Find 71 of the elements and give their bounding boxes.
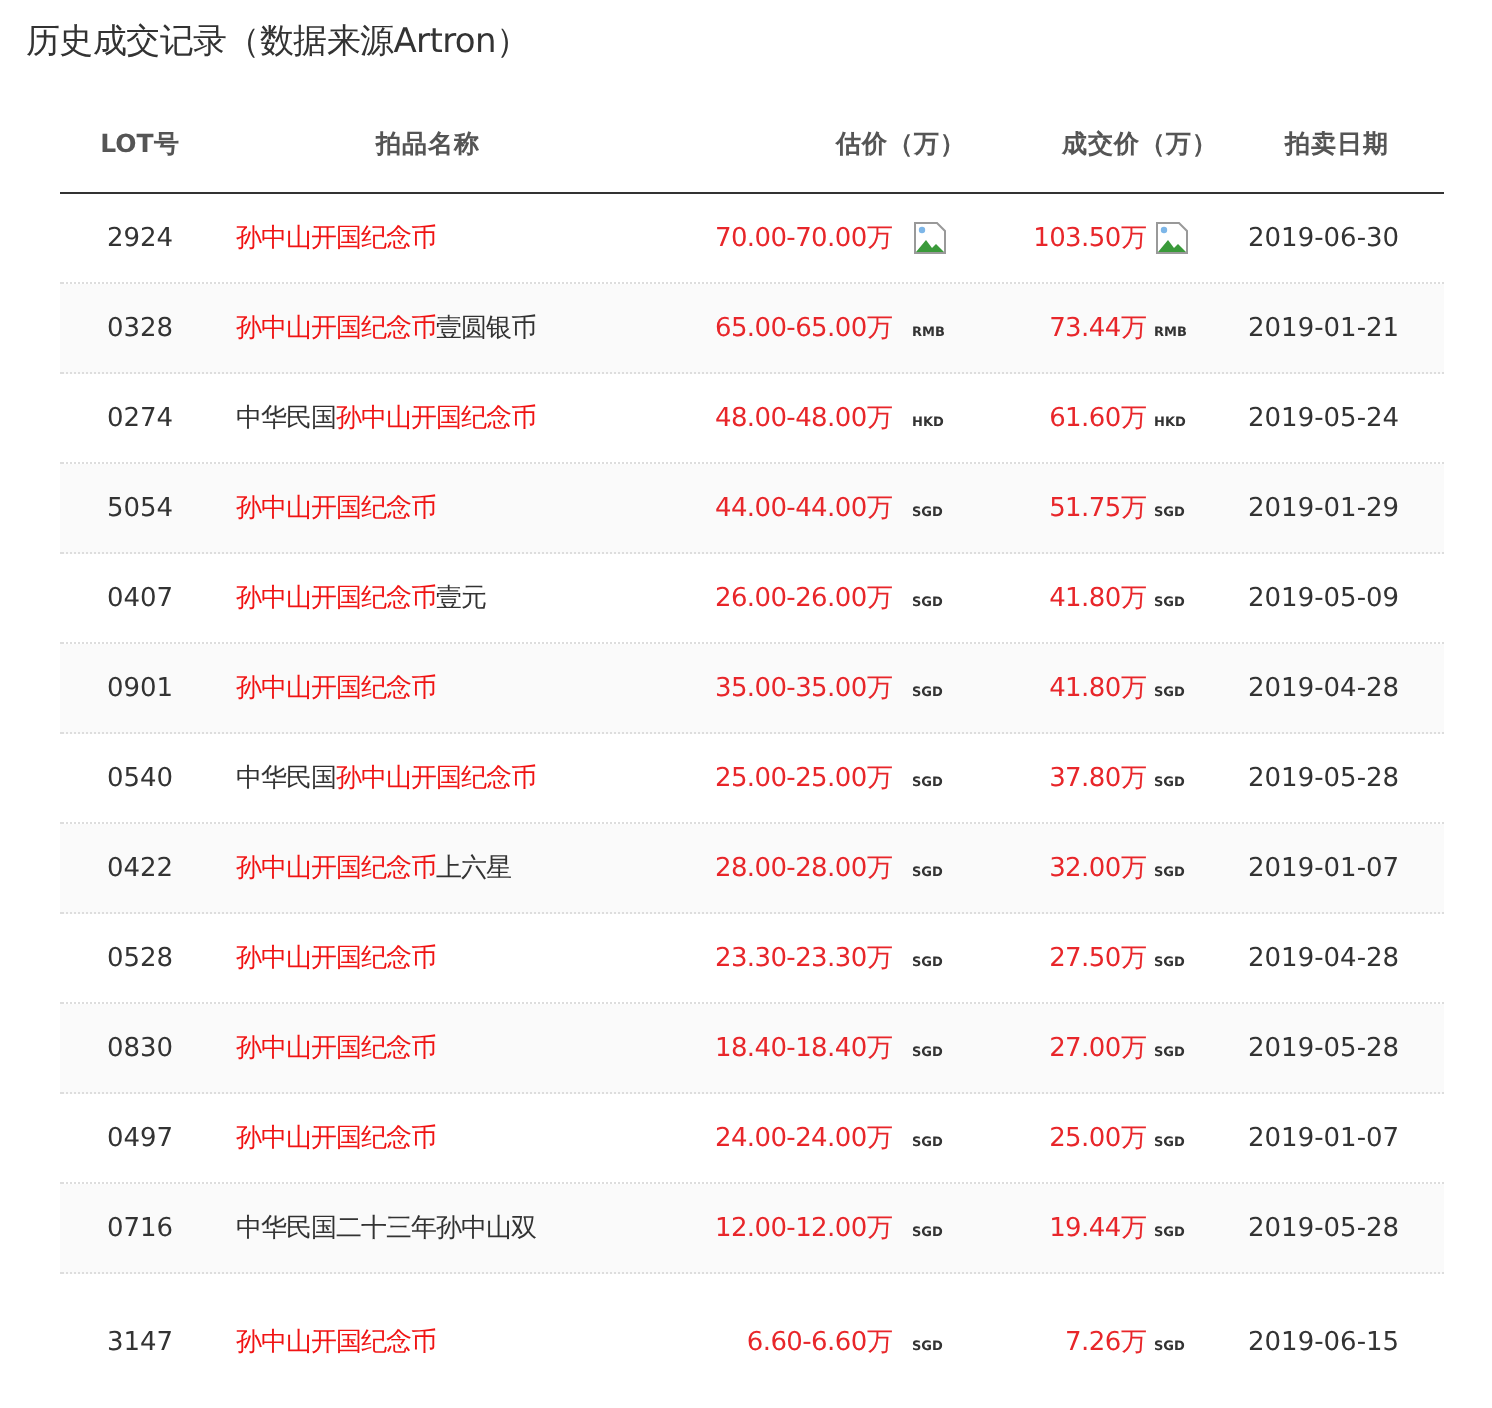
item-name: 孙中山开国纪念币 [234,942,438,976]
auction-date: 2019-01-29 [1246,493,1402,523]
lot-number: 0422 [104,853,176,883]
sale-price: 7.26万 [1063,1326,1146,1360]
auction-date: 2019-05-28 [1246,763,1402,793]
auction-date: 2019-04-28 [1246,943,1402,973]
item-name: 孙中山开国纪念币上六星 [234,852,513,886]
lot-number: 0407 [104,583,176,613]
sale-price: 37.80万 [1047,762,1146,796]
lot-number: 0901 [104,673,176,703]
sale-price: 73.44万 [1047,312,1146,346]
sale-price: 103.50万 [1031,222,1146,256]
auction-date: 2019-06-15 [1246,1327,1402,1357]
item-name: 孙中山开国纪念币 [234,1122,438,1156]
auction-date: 2019-05-28 [1246,1033,1402,1063]
item-name: 孙中山开国纪念币 [234,1326,438,1360]
lot-number: 3147 [104,1327,176,1357]
lot-number: 0830 [104,1033,176,1063]
sale-price: 51.75万 [1047,492,1146,526]
auction-date: 2019-04-28 [1246,673,1402,703]
auction-date: 2019-01-21 [1246,313,1402,343]
estimate-price: 48.00-48.00万 [712,402,892,436]
estimate-price: 25.00-25.00万 [712,762,892,796]
item-name: 孙中山开国纪念币壹元 [234,582,488,616]
sale-price: 27.50万 [1047,942,1146,976]
sale-price: 41.80万 [1047,582,1146,616]
sale-price: 41.80万 [1047,672,1146,706]
item-name: 孙中山开国纪念币 [234,492,438,526]
lot-number: 5054 [104,493,176,523]
sale-price: 19.44万 [1047,1212,1146,1246]
lot-number: 0274 [104,403,176,433]
column-header: 拍卖日期 [1282,127,1391,161]
auction-date: 2019-01-07 [1246,1123,1402,1153]
column-header: 拍品名称 [373,127,482,161]
lot-number: 2924 [104,223,176,253]
lot-number: 0716 [104,1213,176,1243]
item-name: 中华民国孙中山开国纪念币 [234,762,538,796]
lot-number: 0497 [104,1123,176,1153]
column-header: 成交价（万） [1059,127,1220,161]
item-name: 孙中山开国纪念币 [234,1032,438,1066]
auction-date: 2019-05-24 [1246,403,1402,433]
page-title: 历史成交记录（数据来源Artron） [24,20,532,66]
item-name: 孙中山开国纪念币 [234,222,438,256]
estimate-price: 26.00-26.00万 [712,582,892,616]
lot-number: 0528 [104,943,176,973]
column-header: 估价（万） [833,127,968,161]
sale-price: 27.00万 [1047,1032,1146,1066]
lot-number: 0540 [104,763,176,793]
estimate-price: 23.30-23.30万 [712,942,892,976]
sale-price: 61.60万 [1047,402,1146,436]
sale-price: 25.00万 [1047,1122,1146,1156]
estimate-price: 24.00-24.00万 [712,1122,892,1156]
sale-price: 32.00万 [1047,852,1146,886]
item-name: 中华民国孙中山开国纪念币 [234,402,538,436]
item-name: 中华民国二十三年孙中山双 [234,1212,538,1246]
column-header: LOT号 [98,127,182,161]
estimate-price: 18.40-18.40万 [712,1032,892,1066]
estimate-price: 70.00-70.00万 [712,222,892,256]
auction-date: 2019-06-30 [1246,223,1402,253]
lot-number: 0328 [104,313,176,343]
estimate-price: 6.60-6.60万 [744,1326,892,1360]
estimate-price: 35.00-35.00万 [712,672,892,706]
estimate-price: 12.00-12.00万 [712,1212,892,1246]
auction-date: 2019-05-09 [1246,583,1402,613]
item-name: 孙中山开国纪念币壹圆银币 [234,312,538,346]
estimate-price: 65.00-65.00万 [712,312,892,346]
estimate-price: 28.00-28.00万 [712,852,892,886]
estimate-price: 44.00-44.00万 [712,492,892,526]
item-name: 孙中山开国纪念币 [234,672,438,706]
auction-date: 2019-01-07 [1246,853,1402,883]
auction-date: 2019-05-28 [1246,1213,1402,1243]
